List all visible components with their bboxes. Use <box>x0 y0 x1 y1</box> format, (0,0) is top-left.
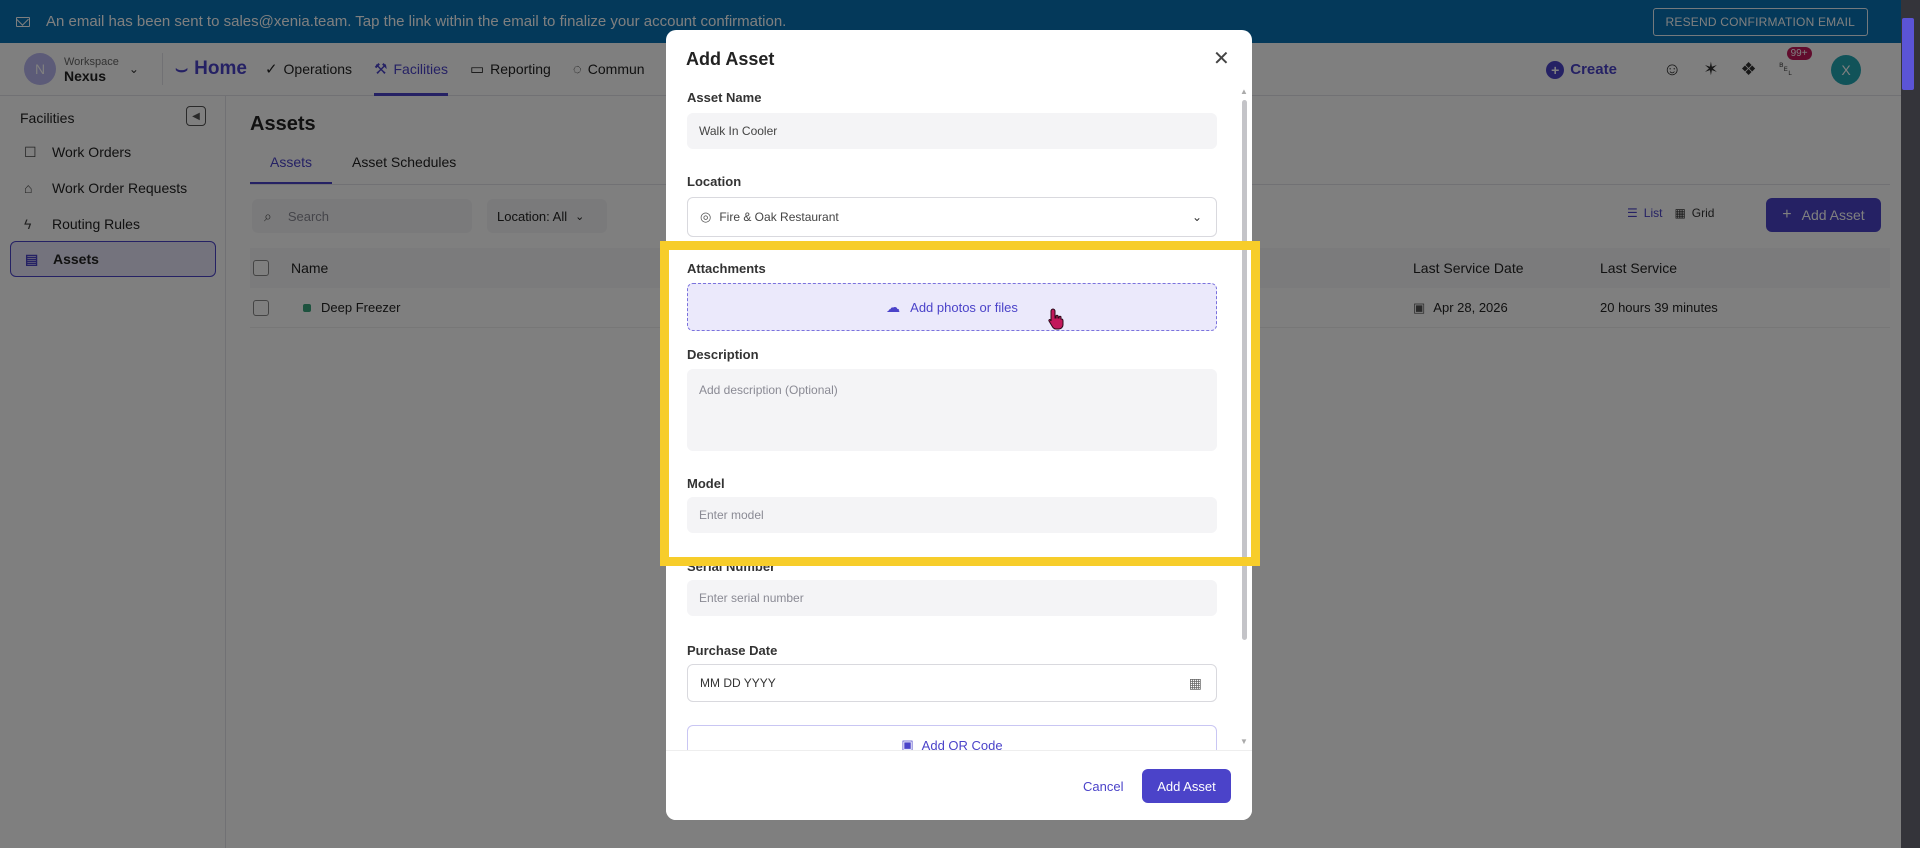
purchase-date-field[interactable]: MM DD YYYY ▦ <box>687 664 1217 702</box>
location-label: Location <box>687 174 742 189</box>
description-placeholder: Add description (Optional) <box>699 383 838 397</box>
scroll-up-icon[interactable]: ▲ <box>1240 87 1248 96</box>
window-edge <box>1901 0 1920 848</box>
asset-name-value: Walk In Cooler <box>699 124 778 138</box>
edge-accent <box>1902 18 1914 90</box>
close-icon[interactable]: ✕ <box>1213 46 1230 71</box>
modal-footer: Cancel Add Asset <box>666 750 1252 820</box>
model-field[interactable]: Enter model <box>687 497 1217 533</box>
asset-name-field[interactable]: Walk In Cooler <box>687 113 1217 149</box>
location-pin-icon: ◎ <box>700 209 712 224</box>
location-select[interactable]: ◎ Fire & Oak Restaurant ⌄ <box>687 197 1217 237</box>
calendar-icon[interactable]: ▦ <box>1189 675 1202 692</box>
asset-name-label: Asset Name <box>687 90 762 105</box>
scrollbar[interactable] <box>1242 100 1247 640</box>
hand-cursor-icon <box>1048 308 1064 330</box>
model-placeholder: Enter model <box>699 508 764 522</box>
description-label: Description <box>687 347 759 362</box>
submit-add-asset-button[interactable]: Add Asset <box>1142 769 1231 803</box>
location-value: Fire & Oak Restaurant <box>719 210 839 224</box>
attachments-cta: Add photos or files <box>910 299 1018 315</box>
purchase-date-label: Purchase Date <box>687 643 778 658</box>
add-attachments-dropzone[interactable]: ☁ Add photos or files <box>687 283 1217 331</box>
upload-icon: ☁ <box>886 298 901 315</box>
purchase-date-placeholder: MM DD YYYY <box>700 676 776 690</box>
modal-title: Add Asset <box>686 49 775 69</box>
attachments-label: Attachments <box>687 261 766 276</box>
chevron-down-icon: ⌄ <box>1191 210 1202 224</box>
app-frame: An email has been sent to sales@xenia.te… <box>0 0 1901 848</box>
serial-number-field[interactable]: Enter serial number <box>687 580 1217 616</box>
cancel-button[interactable]: Cancel <box>1083 779 1123 794</box>
serial-number-placeholder: Enter serial number <box>699 591 804 605</box>
scroll-down-icon[interactable]: ▼ <box>1240 737 1248 746</box>
serial-number-label: Serial Number <box>687 559 776 574</box>
model-label: Model <box>687 476 725 491</box>
description-field[interactable]: Add description (Optional) <box>687 369 1217 451</box>
add-asset-modal: Add Asset ✕ ▲ ▼ Asset Name Walk In Coole… <box>666 30 1252 820</box>
